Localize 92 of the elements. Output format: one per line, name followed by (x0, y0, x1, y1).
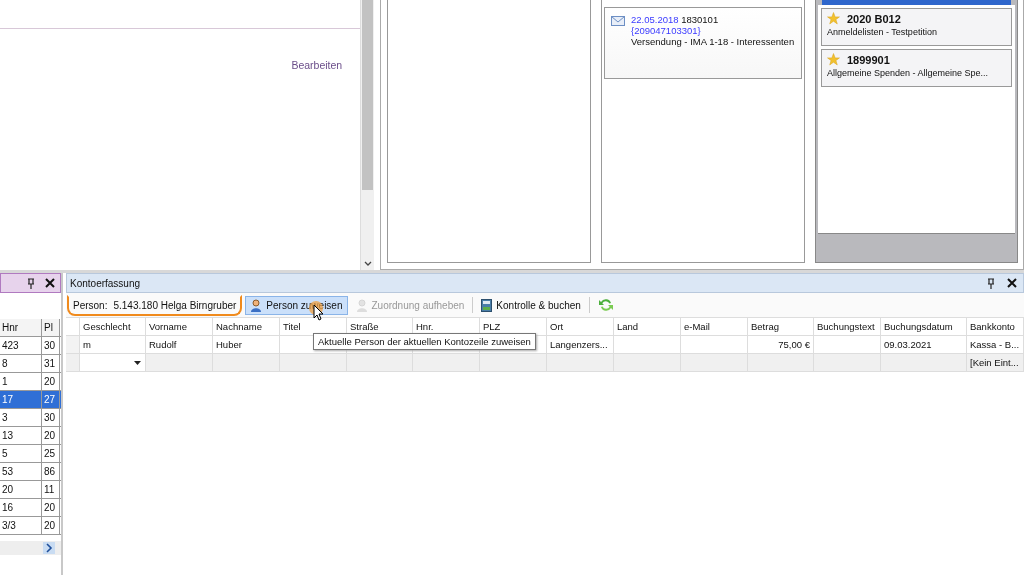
table-cell: 30 (42, 337, 60, 354)
star-icon (827, 53, 840, 66)
close-icon[interactable] (1007, 278, 1017, 288)
table-cell: 20 (0, 481, 42, 498)
person-icon (355, 298, 368, 312)
table-row[interactable]: 3 30 (0, 409, 61, 427)
table-row[interactable]: 16 20 (0, 499, 61, 517)
table-cell: 1 (0, 373, 42, 390)
table-cell: [Kein Eint... (967, 354, 1024, 372)
column-header[interactable]: Buchungsdatum (881, 318, 967, 336)
table-cell (347, 354, 413, 372)
table-cell (213, 354, 280, 372)
edit-link[interactable]: Bearbeiten (291, 59, 343, 71)
caret-icon (134, 361, 141, 365)
column-header[interactable]: Bankkonto (967, 318, 1024, 336)
person-label: Person: (73, 299, 108, 311)
project-card[interactable]: 1899901 Allgemeine Spenden - Allgemeine Spe... (821, 49, 1012, 87)
column-header[interactable]: Vorname (146, 318, 213, 336)
table-cell: 5 (0, 445, 42, 462)
project-card[interactable]: 2020 B012 Anmeldelisten - Testpetition (821, 8, 1012, 46)
table-row[interactable]: 17 27 (0, 391, 61, 409)
table-cell: 20 (42, 499, 60, 516)
dropdown-field[interactable] (80, 354, 146, 372)
project-code: 2020 B012 (847, 12, 901, 25)
table-cell: 8 (0, 355, 42, 372)
table-cell (480, 354, 547, 372)
table-row[interactable]: 5 25 (0, 445, 61, 463)
mail-date: 22.05.2018 (631, 14, 679, 25)
tooltip: Aktuelle Person der aktuellen Kontozeile zuweisen (313, 333, 536, 350)
column-header[interactable]: Nachname (213, 318, 280, 336)
table-cell (814, 354, 881, 372)
table-cell (614, 354, 681, 372)
table-cell: 17 (0, 391, 42, 408)
table-cell (146, 354, 213, 372)
table-cell: 31 (42, 355, 60, 372)
column-header[interactable]: Land (614, 318, 681, 336)
column-header[interactable]: Geschlecht (80, 318, 146, 336)
pin-icon[interactable] (27, 277, 35, 289)
mail-subject: Versendung - IMA 1-18 - Interessenten (631, 36, 795, 47)
table-cell: 20 (42, 517, 60, 534)
star-icon (827, 12, 840, 25)
column-header[interactable]: Buchungstext (814, 318, 881, 336)
table-cell: 3/3 (0, 517, 42, 534)
scrollbar[interactable] (361, 0, 374, 270)
table-cell: 13 (0, 427, 42, 444)
table-row[interactable]: 423 30 (0, 337, 61, 355)
table-cell: 20 (42, 373, 60, 390)
table-cell (748, 354, 814, 372)
panel-title: Kontoerfassung (70, 277, 142, 289)
scrollbar[interactable] (0, 541, 61, 555)
person-icon (250, 298, 263, 312)
table-cell: 30 (42, 409, 60, 426)
project-name: Allgemeine Spenden - Allgemeine Spe... (827, 68, 990, 78)
table-cell (413, 354, 480, 372)
project-name: Anmeldelisten - Testpetition (827, 27, 938, 37)
close-icon[interactable] (45, 278, 55, 288)
table-row[interactable]: 53 86 (0, 463, 61, 481)
mail-card[interactable]: 22.05.2018 1830101 {209047103301} Versendung - IMA 1-18 - Interessenten (604, 7, 802, 79)
column-header[interactable]: Ort (547, 318, 614, 336)
table-cell (681, 354, 748, 372)
column-header[interactable]: Pl (42, 319, 60, 336)
table-cell: 25 (42, 445, 60, 462)
table-cell: 3 (0, 409, 42, 426)
person-value: 5.143.180 Helga Birngruber (113, 299, 237, 311)
table-row[interactable]: 13 20 (0, 427, 61, 445)
project-code: 1899901 (847, 53, 890, 66)
column-header[interactable]: e-Mail (681, 318, 748, 336)
table-cell: 20 (42, 427, 60, 444)
table-cell: 423 (0, 337, 42, 354)
table-cell: 86 (42, 463, 60, 480)
column-header[interactable]: PLZ (480, 318, 547, 336)
pin-icon[interactable] (987, 277, 995, 289)
table-row[interactable]: 20 11 (0, 481, 61, 499)
table-row[interactable]: 3/3 20 (0, 517, 61, 535)
column-header[interactable]: Titel (280, 318, 347, 336)
refresh-icon (597, 297, 614, 313)
mail-code: {209047103301} (631, 25, 702, 36)
mail-number: 1830101 (681, 14, 719, 25)
table-cell (280, 354, 347, 372)
table-cell (547, 354, 614, 372)
table-cell: 27 (42, 391, 60, 408)
column-header[interactable]: Hnr (0, 319, 42, 336)
chevron-down-icon[interactable] (363, 261, 372, 267)
table-row[interactable]: 8 31 (0, 355, 61, 373)
toolbar-button[interactable]: Kontrolle & buchen (476, 295, 586, 315)
column-header[interactable]: Betrag (748, 318, 814, 336)
table-cell: 16 (0, 499, 42, 516)
table-cell: 11 (42, 481, 60, 498)
ledger-icon (481, 298, 493, 312)
chevron-right-icon[interactable] (43, 542, 55, 554)
envelope-icon (611, 16, 625, 26)
table-cell: 53 (0, 463, 42, 480)
